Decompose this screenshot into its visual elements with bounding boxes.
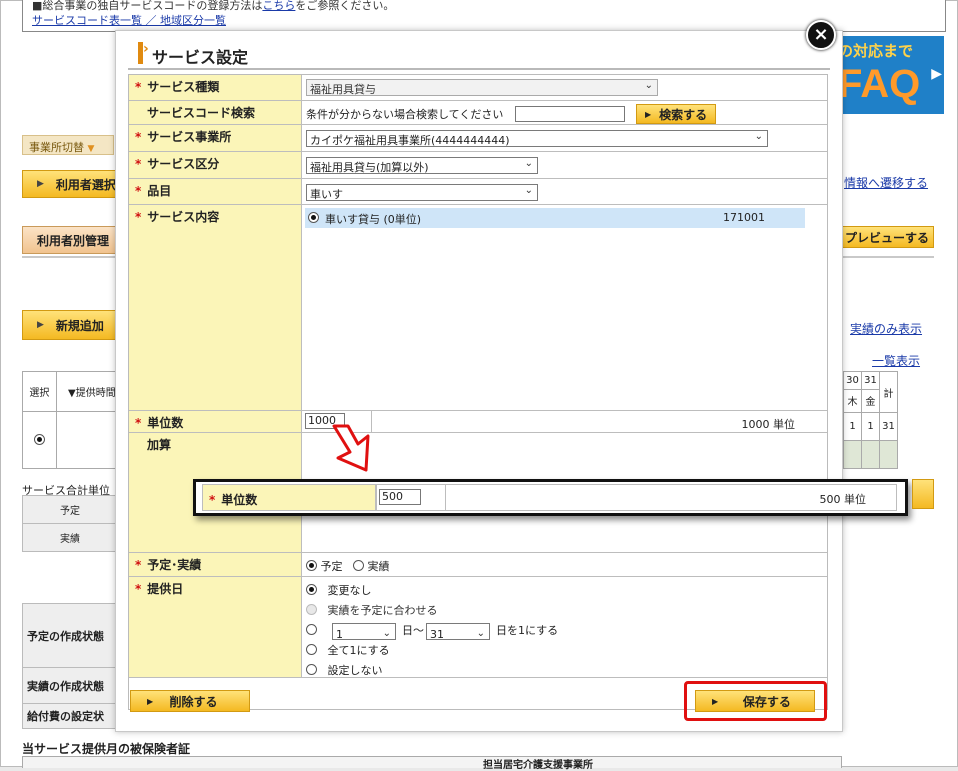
row-select-radio[interactable]	[33, 433, 45, 445]
office-switch-tab[interactable]: 事業所切替 ▼	[22, 135, 114, 155]
all-one-radio[interactable]	[306, 644, 317, 655]
callout-units-text: 500 単位	[819, 493, 867, 506]
row-plan-actual: * 予定･実績 予定 実績	[129, 553, 827, 577]
delete-button[interactable]: ▶ 削除する	[130, 690, 250, 712]
service-content-option[interactable]: 車いす貸与 (0単位) 171001	[305, 208, 805, 228]
row-units: * 単位数 1000 1000 単位	[129, 411, 827, 433]
row-service-content: * サービス内容	[129, 205, 827, 411]
no-change-radio[interactable]	[306, 584, 317, 595]
actual-radio[interactable]	[353, 560, 364, 571]
background-button-edge	[912, 479, 934, 509]
actual-only-link[interactable]: 実績のみ表示	[850, 320, 922, 337]
service-code-search-input[interactable]	[515, 106, 625, 122]
row-service-type: * サービス種類 福祉用具貸与 ⌄	[129, 75, 827, 101]
day-to-select[interactable]: 31 ⌄	[426, 623, 490, 640]
chevron-down-icon: ⌄	[524, 185, 533, 196]
service-content-radio[interactable]	[308, 212, 319, 223]
row-item: * 品目 車いす ⌄	[129, 179, 827, 205]
notice-link[interactable]: こちら	[262, 0, 295, 12]
modal-header: サービス設定	[128, 38, 830, 70]
search-hint: 条件が分からない場合検索してください	[306, 108, 504, 121]
row-provider: * サービス事業所 カイポケ福祉用具事業所(4444444444) ⌄	[129, 125, 827, 152]
chevron-right-icon: ▶	[931, 66, 942, 82]
row-service-code-search: サービスコード検索 条件が分からない場合検索してください ▶ 検索する	[129, 101, 827, 125]
service-class-select[interactable]: 福祉用具貸与(加算以外) ⌄	[306, 157, 538, 174]
service-code-list-link[interactable]: サービスコード表一覧 ／ 地域区分一覧	[32, 12, 226, 28]
chevron-down-icon: ⌄	[754, 131, 763, 142]
row-provide-date: * 提供日 変更なし 実績を予定に合わせる 1 ⌄ 日～ 31 ⌄ 日を1にする 全て…	[129, 577, 827, 678]
save-highlight-box	[684, 681, 827, 721]
day-range-radio[interactable]	[306, 624, 317, 635]
close-button[interactable]: ×	[806, 20, 836, 50]
match-plan-radio[interactable]	[306, 604, 317, 615]
day-from-select[interactable]: 1 ⌄	[332, 623, 396, 640]
search-button[interactable]: ▶ 検索する	[636, 104, 716, 124]
insurance-section-title: 当サービス提供月の被保険者証	[22, 742, 191, 756]
units-text: 1000 単位	[741, 418, 796, 431]
not-set-radio[interactable]	[306, 664, 317, 675]
header-accent-icon	[138, 41, 149, 64]
provider-select[interactable]: カイポケ福祉用具事業所(4444444444) ⌄	[306, 130, 768, 147]
preview-button[interactable]: プレビューする	[830, 226, 934, 248]
schedule-grid-right: 30 31 計 木金 1 1 31	[843, 371, 898, 469]
modal-title: サービス設定	[152, 48, 249, 67]
service-total-table: 予定 実績	[22, 495, 118, 552]
transition-link[interactable]: 情報へ遷移する	[844, 174, 928, 191]
insurance-table-header: 担当居宅介護支援事業所	[22, 756, 842, 771]
schedule-grid-left: 選択 ▼提供時間	[22, 371, 129, 469]
item-select[interactable]: 車いす ⌄	[306, 184, 538, 201]
callout-units-input[interactable]: 500	[379, 489, 421, 505]
faq-banner[interactable]: の対応まで FAQ ▶	[838, 36, 944, 114]
status-table: 予定の作成状態 実績の作成状態 給付費の設定状	[22, 603, 118, 729]
list-view-link[interactable]: 一覧表示	[872, 352, 920, 369]
chevron-down-icon: ⌄	[644, 80, 653, 91]
chevron-down-icon: ⌄	[524, 158, 533, 169]
user-manage-tab[interactable]: 利用者別管理	[22, 226, 122, 254]
row-service-class: * サービス区分 福祉用具貸与(加算以外) ⌄	[129, 152, 827, 179]
down-arrow-icon	[332, 424, 370, 472]
service-type-select[interactable]: 福祉用具貸与 ⌄	[306, 79, 658, 96]
caret-down-icon: ▼	[87, 144, 95, 154]
units-callout: * 単位数 500 500 単位	[193, 479, 908, 516]
plan-radio[interactable]	[306, 560, 317, 571]
service-form: * サービス種類 福祉用具貸与 ⌄ サービスコード検索 条件が分からない場合検索して…	[128, 74, 828, 710]
